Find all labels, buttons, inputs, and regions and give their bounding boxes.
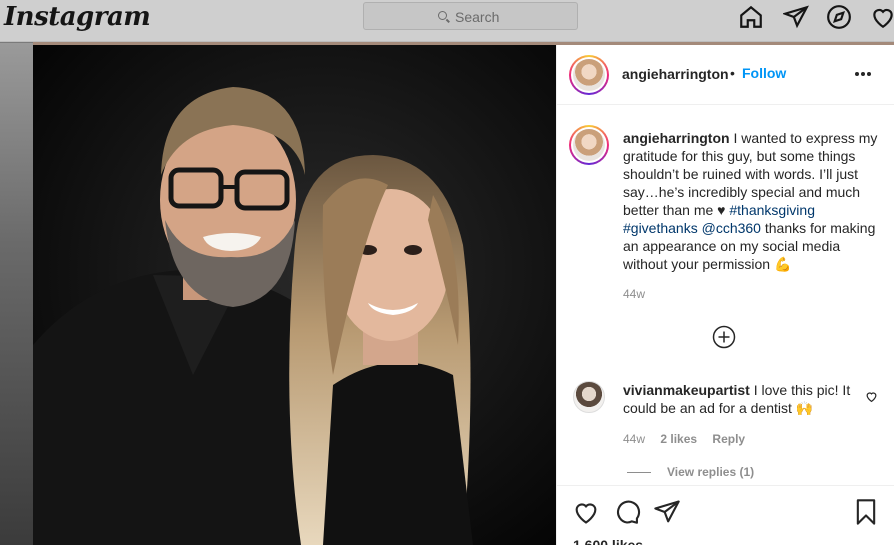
post-side-panel: angieharrington • Follow angieharrington… [556,45,894,545]
save-bookmark-icon[interactable] [852,498,880,526]
hashtag-givethanks[interactable]: #givethanks [623,220,698,236]
comment-text-block: vivianmakeupartist I love this pic! It c… [623,381,863,417]
activity-heart-icon[interactable] [870,4,894,30]
comment-like-heart-icon[interactable] [865,390,878,403]
post-image [33,45,556,545]
post-likes-count[interactable]: 1,600 likes [573,537,643,545]
caption-author-avatar[interactable] [569,125,609,165]
mention-cch360[interactable]: @cch360 [702,220,761,236]
search-placeholder: Search [455,9,500,25]
feed-background-left [0,43,33,545]
share-direct-icon[interactable] [653,498,681,526]
caption-timestamp[interactable]: 44w [623,285,881,303]
caption-username[interactable]: angieharrington [623,130,730,146]
follow-button[interactable]: Follow [742,65,786,81]
search-icon [438,11,447,20]
explore-icon[interactable] [826,4,852,30]
top-nav: Instagram Search [0,0,894,42]
like-heart-icon[interactable] [572,498,600,526]
author-avatar[interactable] [569,55,609,95]
view-replies-button[interactable]: View replies (1) [627,465,754,479]
comment-meta: 44w 2 likes Reply [623,432,757,446]
commenter-username[interactable]: vivianmakeupartist [623,382,750,398]
view-replies-label: View replies (1) [667,465,755,479]
commenter-avatar[interactable] [573,381,605,413]
hashtag-thanksgiving[interactable]: #thanksgiving [729,202,815,218]
comment-reply-button[interactable]: Reply [712,432,745,446]
author-username[interactable]: angieharrington [622,66,729,82]
more-options-icon[interactable] [854,71,872,77]
comment-bubble-icon[interactable] [613,498,641,526]
home-icon[interactable] [738,4,764,30]
post-actions-bar [557,485,894,545]
flexed-biceps-emoji: 💪 [773,256,792,272]
header-dot-separator: • [730,65,735,81]
comment-likes-count[interactable]: 2 likes [660,432,697,446]
direct-icon[interactable] [783,4,809,30]
post-photo[interactable] [33,45,556,545]
post-header: angieharrington • Follow [557,45,894,105]
search-bar[interactable]: Search [363,2,578,30]
replies-divider-line [627,472,651,474]
comment-timestamp[interactable]: 44w [623,432,645,446]
post-caption: angieharrington I wanted to express my g… [623,129,881,303]
instagram-logo[interactable]: Instagram [4,2,151,32]
raising-hands-emoji: 🙌 [795,400,814,416]
load-more-comments-icon[interactable] [712,325,736,349]
